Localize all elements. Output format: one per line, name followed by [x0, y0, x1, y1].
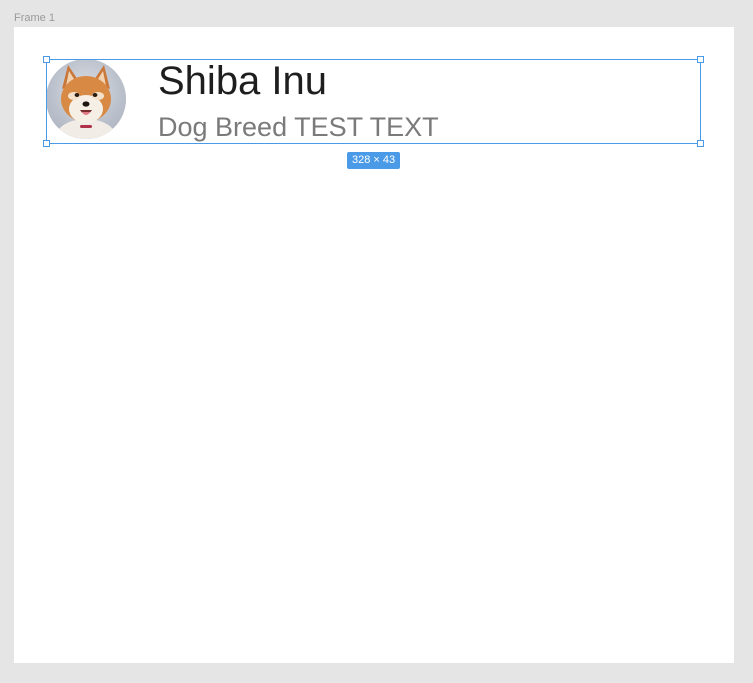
selection-box[interactable] [43, 56, 704, 147]
resize-handle-top-left[interactable] [43, 56, 50, 63]
resize-handle-top-right[interactable] [697, 56, 704, 63]
resize-handle-bottom-left[interactable] [43, 140, 50, 147]
size-badge: 328 × 43 [347, 152, 401, 169]
resize-handle-bottom-right[interactable] [697, 140, 704, 147]
frame-1[interactable]: Shiba Inu Dog Breed TEST TEXT 328 × 43 [14, 27, 734, 663]
frame-label[interactable]: Frame 1 [14, 12, 55, 24]
